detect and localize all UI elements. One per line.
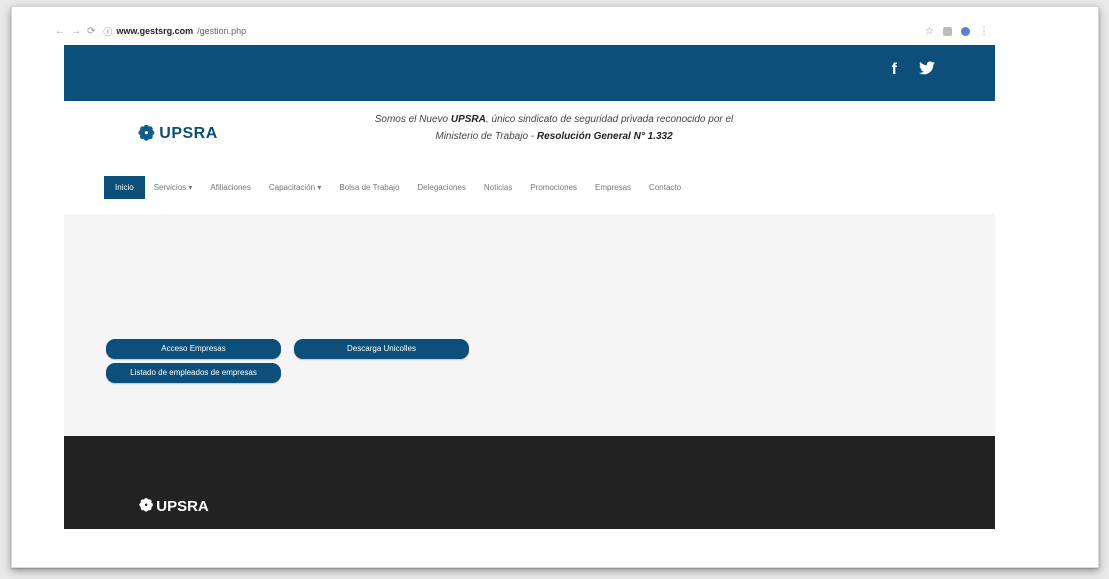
twitter-icon[interactable]	[919, 61, 935, 80]
extension-blue-icon[interactable]	[961, 26, 970, 36]
star-icon[interactable]: ☆	[925, 26, 934, 37]
nav-item-servicios[interactable]: Servicios ▾	[145, 183, 202, 192]
tagline-prefix: Somos el Nuevo	[374, 114, 449, 125]
nav-item-capacitacion[interactable]: Capacitación ▾	[260, 183, 331, 192]
address-bar[interactable]: ⓘ www.gestsrg.com/gestion.php	[103, 25, 246, 38]
tagline-ministry: Ministerio de Trabajo -	[435, 131, 535, 142]
tagline-brand: UPSRA	[450, 114, 486, 125]
tagline-resolution: Resolución General N° 1.332	[536, 131, 673, 142]
web-page: f ❁ UPSRA Somos el Nuevo UPSRA, único si…	[64, 45, 995, 529]
listado-empleados-button[interactable]: Listado de empleados de empresas	[106, 363, 281, 383]
descarga-button[interactable]: Descarga Unicolles	[294, 339, 469, 359]
menu-icon[interactable]: ⋮	[979, 26, 989, 37]
site-logo[interactable]: ❁ UPSRA	[138, 121, 218, 146]
browser-actions: ☆ ⋮	[925, 26, 989, 37]
nav-item-delegaciones[interactable]: Delegaciones	[408, 183, 474, 192]
browser-nav: ← → ⟳	[55, 26, 95, 37]
footer-logo[interactable]: ❁ UPSRA	[139, 496, 209, 516]
extension-icon[interactable]	[943, 26, 952, 36]
site-footer: ❁ UPSRA	[64, 436, 995, 529]
url-host: www.gestsrg.com	[116, 26, 194, 36]
info-icon: ⓘ	[103, 26, 113, 37]
logo-text: UPSRA	[159, 124, 218, 142]
acceso-empresas-button[interactable]: Acceso Empresas	[106, 339, 281, 359]
site-header: ❁ UPSRA Somos el Nuevo UPSRA, único sind…	[64, 101, 995, 161]
back-arrow-icon[interactable]: ←	[55, 26, 65, 37]
nav-item-promociones[interactable]: Promociones	[521, 183, 586, 192]
top-bar: f	[64, 45, 995, 101]
nav-item-bolsa-de-trabajo[interactable]: Bolsa de Trabajo	[330, 183, 408, 192]
nav-item-empresas[interactable]: Empresas	[586, 183, 640, 192]
social-links: f	[892, 61, 935, 80]
tagline: Somos el Nuevo UPSRA, único sindicato de…	[324, 111, 784, 145]
nav-item-inicio[interactable]: Inicio	[104, 176, 145, 199]
nav-item-noticias[interactable]: Noticias	[475, 183, 521, 192]
logo-emblem-icon: ❁	[138, 123, 156, 145]
tagline-mid: , único sindicato de seguridad privada r…	[485, 114, 734, 125]
main-nav: Inicio Servicios ▾ Afiliaciones Capacita…	[64, 161, 995, 214]
browser-toolbar: ← → ⟳ ⓘ www.gestsrg.com/gestion.php ☆ ⋮	[53, 17, 999, 45]
forward-arrow-icon[interactable]: →	[71, 26, 81, 37]
url-path: /gestion.php	[197, 26, 247, 36]
main-content: Acceso Empresas Descarga Unicolles Lista…	[64, 214, 995, 436]
footer-logo-text: UPSRA	[156, 497, 209, 515]
nav-item-contacto[interactable]: Contacto	[640, 183, 690, 192]
nav-item-afiliaciones[interactable]: Afiliaciones	[201, 183, 259, 192]
footer-logo-emblem-icon: ❁	[139, 496, 154, 515]
facebook-icon[interactable]: f	[892, 61, 897, 80]
reload-icon[interactable]: ⟳	[87, 26, 95, 37]
